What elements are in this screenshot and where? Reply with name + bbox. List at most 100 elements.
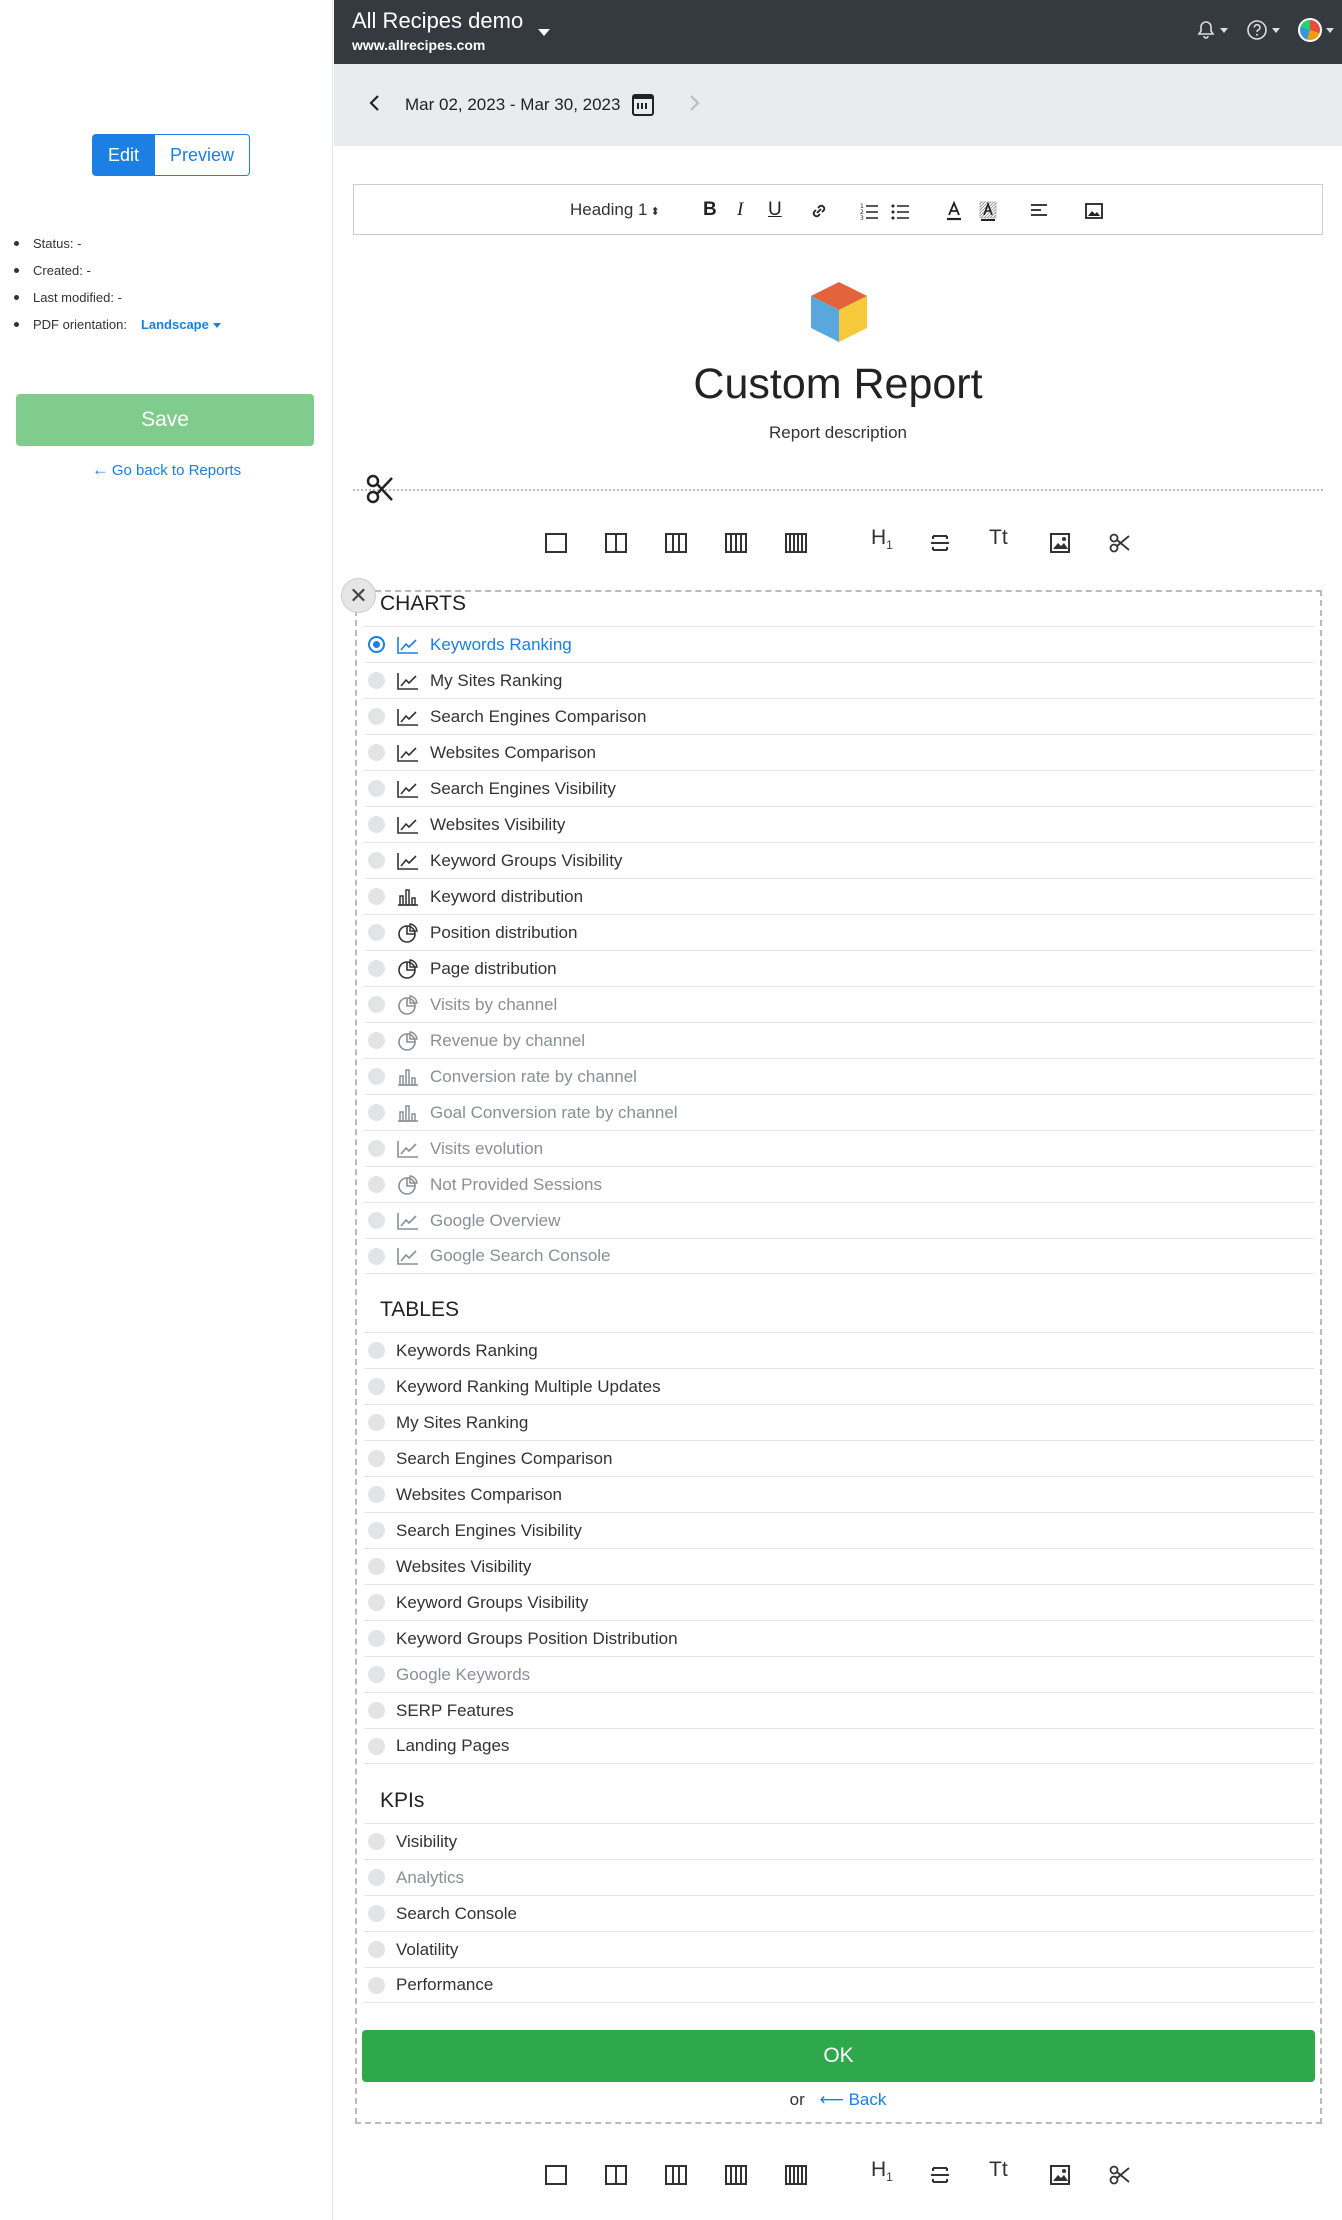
radio-button[interactable] <box>368 1378 385 1395</box>
chart-option[interactable]: Search Engines Comparison <box>364 698 1314 734</box>
chart-option[interactable]: My Sites Ranking <box>364 662 1314 698</box>
divider-block-icon[interactable] <box>929 2164 951 2186</box>
edit-mode-button[interactable]: Edit <box>92 134 156 176</box>
radio-button[interactable] <box>368 924 385 941</box>
user-menu-button[interactable] <box>1298 18 1334 42</box>
radio-button[interactable] <box>368 1702 385 1719</box>
preview-mode-button[interactable]: Preview <box>155 134 251 176</box>
page-break-block-icon[interactable] <box>1109 532 1131 554</box>
project-title[interactable]: All Recipes demo <box>352 8 523 34</box>
chart-option[interactable]: Position distribution <box>364 914 1314 950</box>
image-block-icon[interactable] <box>1049 532 1071 554</box>
insert-image-icon[interactable] <box>1084 201 1104 221</box>
text-color-icon[interactable] <box>944 200 964 222</box>
link-icon[interactable] <box>809 201 829 221</box>
table-option[interactable]: My Sites Ranking <box>364 1404 1314 1440</box>
chart-option[interactable]: Page distribution <box>364 950 1314 986</box>
radio-button[interactable] <box>368 1068 385 1085</box>
chart-option[interactable]: Websites Visibility <box>364 806 1314 842</box>
radio-button[interactable] <box>368 1032 385 1049</box>
calendar-icon[interactable] <box>632 94 655 116</box>
close-panel-button[interactable]: ✕ <box>341 578 376 613</box>
radio-button[interactable] <box>368 636 385 653</box>
chart-option[interactable]: Visits by channel <box>364 986 1314 1022</box>
next-period-button[interactable] <box>688 92 702 118</box>
save-button[interactable]: Save <box>16 394 314 446</box>
ordered-list-icon[interactable]: 123 <box>859 201 879 221</box>
radio-button[interactable] <box>368 1522 385 1539</box>
notifications-button[interactable] <box>1196 20 1228 40</box>
two-columns-icon[interactable] <box>605 2165 627 2185</box>
radio-button[interactable] <box>368 960 385 977</box>
table-option[interactable]: Keyword Groups Position Distribution <box>364 1620 1314 1656</box>
help-button[interactable] <box>1246 19 1280 41</box>
report-description[interactable]: Report description <box>334 423 1342 443</box>
chart-option[interactable]: Conversion rate by channel <box>364 1058 1314 1094</box>
report-title[interactable]: Custom Report <box>334 360 1342 409</box>
radio-button[interactable] <box>368 1941 385 1958</box>
radio-button[interactable] <box>368 1104 385 1121</box>
radio-button[interactable] <box>368 1558 385 1575</box>
radio-button[interactable] <box>368 852 385 869</box>
radio-button[interactable] <box>368 1176 385 1193</box>
radio-button[interactable] <box>368 1905 385 1922</box>
bold-icon[interactable]: B <box>703 199 717 221</box>
table-option[interactable]: Keyword Groups Visibility <box>364 1584 1314 1620</box>
image-block-icon[interactable] <box>1049 2164 1071 2186</box>
heading-select[interactable]: Heading 1 ⬍ <box>570 200 660 220</box>
table-option[interactable]: Websites Visibility <box>364 1548 1314 1584</box>
radio-button[interactable] <box>368 1450 385 1467</box>
unordered-list-icon[interactable] <box>890 201 910 221</box>
text-block-icon[interactable]: Tt <box>989 2158 1008 2182</box>
one-column-icon[interactable] <box>545 2165 567 2185</box>
one-column-icon[interactable] <box>545 533 567 553</box>
back-to-reports-link[interactable]: ← Go back to Reports <box>0 460 333 480</box>
chart-option[interactable]: Goal Conversion rate by channel <box>364 1094 1314 1130</box>
table-option[interactable]: Keywords Ranking <box>364 1332 1314 1368</box>
table-option[interactable]: Websites Comparison <box>364 1476 1314 1512</box>
align-left-icon[interactable] <box>1029 201 1049 221</box>
two-columns-icon[interactable] <box>605 533 627 553</box>
kpi-option[interactable]: Performance <box>364 1967 1314 2003</box>
radio-button[interactable] <box>368 1869 385 1886</box>
kpi-option[interactable]: Volatility <box>364 1931 1314 1967</box>
heading-block-icon[interactable]: H1 <box>871 2158 893 2184</box>
divider-block-icon[interactable] <box>929 532 951 554</box>
radio-button[interactable] <box>368 1833 385 1850</box>
table-option[interactable]: Keyword Ranking Multiple Updates <box>364 1368 1314 1404</box>
three-columns-icon[interactable] <box>665 2165 687 2185</box>
radio-button[interactable] <box>368 888 385 905</box>
chart-option[interactable]: Google Overview <box>364 1202 1314 1238</box>
radio-button[interactable] <box>368 816 385 833</box>
heading-block-icon[interactable]: H1 <box>871 526 893 552</box>
orientation-dropdown[interactable]: Landscape <box>141 317 221 333</box>
ok-button[interactable]: OK <box>362 2030 1315 2082</box>
chart-option[interactable]: Keyword distribution <box>364 878 1314 914</box>
italic-icon[interactable]: I <box>737 199 743 221</box>
table-option[interactable]: Google Keywords <box>364 1656 1314 1692</box>
underline-icon[interactable]: U <box>768 199 782 221</box>
radio-button[interactable] <box>368 1342 385 1359</box>
chart-option[interactable]: Search Engines Visibility <box>364 770 1314 806</box>
four-columns-icon[interactable] <box>725 533 747 553</box>
four-columns-icon[interactable] <box>725 2165 747 2185</box>
radio-button[interactable] <box>368 1976 385 1994</box>
radio-button[interactable] <box>368 1247 385 1265</box>
radio-button[interactable] <box>368 1212 385 1229</box>
three-columns-icon[interactable] <box>665 533 687 553</box>
chart-option[interactable]: Keywords Ranking <box>364 626 1314 662</box>
page-break-block-icon[interactable] <box>1109 2164 1131 2186</box>
radio-button[interactable] <box>368 996 385 1013</box>
back-link[interactable]: ⟵ Back <box>819 2090 886 2109</box>
text-block-icon[interactable]: Tt <box>989 526 1008 550</box>
table-option[interactable]: SERP Features <box>364 1692 1314 1728</box>
kpi-option[interactable]: Visibility <box>364 1823 1314 1859</box>
chart-option[interactable]: Not Provided Sessions <box>364 1166 1314 1202</box>
table-option[interactable]: Landing Pages <box>364 1728 1314 1764</box>
chart-option[interactable]: Revenue by channel <box>364 1022 1314 1058</box>
highlight-color-icon[interactable] <box>978 200 998 222</box>
radio-button[interactable] <box>368 1737 385 1755</box>
radio-button[interactable] <box>368 1666 385 1683</box>
chart-option[interactable]: Google Search Console <box>364 1238 1314 1274</box>
chart-option[interactable]: Keyword Groups Visibility <box>364 842 1314 878</box>
